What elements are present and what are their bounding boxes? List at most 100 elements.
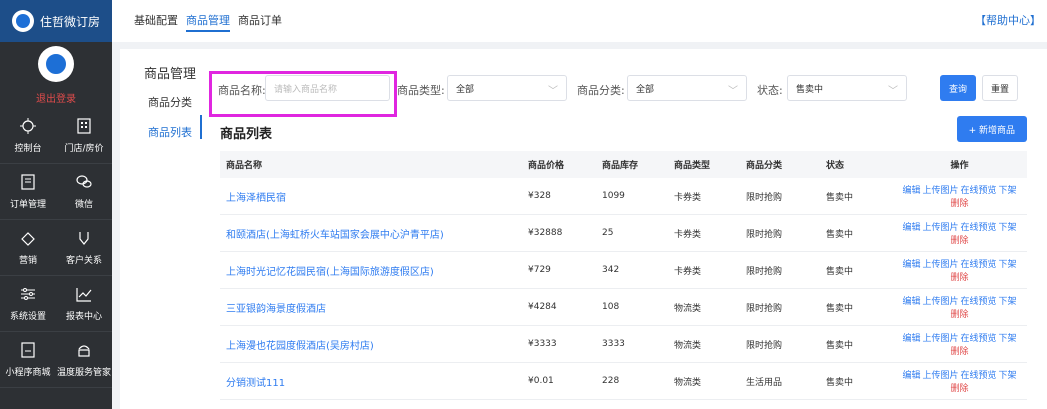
row-category: 限时抢购 (740, 214, 820, 252)
edit-link[interactable]: 编辑 (902, 260, 920, 270)
type-select[interactable]: 全部 ﹀ (447, 75, 567, 101)
upload-image-link[interactable]: 上传图片 (922, 260, 958, 270)
customer-icon (75, 229, 93, 247)
upload-image-link[interactable]: 上传图片 (922, 186, 958, 196)
preview-link[interactable]: 在线预览 (961, 297, 997, 307)
delete-link[interactable]: 删除 (950, 199, 968, 209)
edit-link[interactable]: 编辑 (902, 334, 920, 344)
wechat-icon (75, 173, 93, 191)
preview-link[interactable]: 在线预览 (961, 334, 997, 344)
reset-button[interactable]: 重置 (982, 75, 1018, 101)
row-category: 限时抢购 (740, 251, 820, 289)
delete-link[interactable]: 删除 (950, 384, 968, 394)
sidebar-item-mini-program[interactable]: 小程序商城 (0, 332, 56, 388)
preview-link[interactable]: 在线预览 (961, 223, 997, 233)
brand: 住哲微订房 (0, 0, 112, 42)
sidebar-item-label: 门店/房价 (64, 144, 104, 154)
chevron-down-icon: ﹀ (728, 86, 738, 97)
tab-basic-config[interactable]: 基础配置 (134, 0, 178, 42)
row-name[interactable]: 分销测试111 (220, 362, 522, 400)
help-center-link[interactable]: 【帮助中心】 (975, 0, 1041, 42)
sidebar: 住哲微订房 退出登录 控制台 门店/房价 订单管理 微信 营销 客户关系 系统设… (0, 0, 112, 409)
status-select[interactable]: 售卖中 ﹀ (787, 75, 907, 101)
upload-image-link[interactable]: 上传图片 (922, 297, 958, 307)
row-type: 卡券类 (668, 178, 740, 215)
row-stock: 228 (596, 362, 668, 400)
row-type: 物流类 (668, 362, 740, 400)
row-ops: 编辑 上传图片 在线预览 下架删除 (892, 362, 1027, 400)
tab-product-orders[interactable]: 商品订单 (238, 0, 282, 42)
row-name[interactable]: 上海时光记忆花园民宿(上海国际旅游度假区店) (220, 251, 522, 289)
preview-link[interactable]: 在线预览 (961, 186, 997, 196)
left-nav-list[interactable]: 商品列表 (148, 124, 192, 140)
offline-link[interactable]: 下架 (999, 260, 1017, 270)
row-stock: 3333 (596, 325, 668, 363)
row-name[interactable]: 上海泽栖民宿 (220, 178, 522, 215)
sidebar-nav: 控制台 门店/房价 订单管理 微信 营销 客户关系 系统设置 报表中心 小程序商… (0, 108, 112, 388)
preview-link[interactable]: 在线预览 (961, 260, 997, 270)
sidebar-item-settings[interactable]: 系统设置 (0, 276, 56, 332)
status-label: 状态: (757, 84, 783, 97)
left-nav-category[interactable]: 商品分类 (148, 94, 192, 110)
col-category: 商品分类 (740, 151, 820, 178)
table-header: 商品名称 商品价格 商品库存 商品类型 商品分类 状态 操作 (220, 151, 1027, 178)
category-label: 商品分类: (577, 84, 625, 97)
filter-bar: 商品名称: 请输入商品名称 商品类型: 全部 ﹀ 商品分类: 全部 ﹀ 状态: … (210, 71, 1047, 111)
profile: 退出登录 (0, 42, 112, 108)
offline-link[interactable]: 下架 (999, 371, 1017, 381)
name-input[interactable]: 请输入商品名称 (265, 75, 390, 101)
row-type: 物流类 (668, 288, 740, 326)
edit-link[interactable]: 编辑 (902, 186, 920, 196)
table-row: 分销测试111 ¥0.01 228 物流类 生活用品 售卖中 编辑 上传图片 在线预览 下架删除 (220, 362, 1027, 400)
offline-link[interactable]: 下架 (999, 223, 1017, 233)
row-ops: 编辑 上传图片 在线预览 下架删除 (892, 214, 1027, 252)
row-type: 卡券类 (668, 214, 740, 252)
row-type: 物流类 (668, 325, 740, 363)
logout-link[interactable]: 退出登录 (36, 90, 76, 105)
upload-image-link[interactable]: 上传图片 (922, 371, 958, 381)
row-name[interactable]: 上海漫也花园度假酒店(吴房村店) (220, 325, 522, 363)
sidebar-item-store[interactable]: 门店/房价 (56, 108, 112, 164)
delete-link[interactable]: 删除 (950, 273, 968, 283)
sidebar-item-service[interactable]: 温度服务管家 (56, 332, 112, 388)
sidebar-item-label: 客户关系 (65, 256, 102, 266)
search-button[interactable]: 查询 (940, 75, 976, 101)
sidebar-item-marketing[interactable]: 营销 (0, 220, 56, 276)
sidebar-item-label: 报表中心 (65, 312, 102, 322)
delete-link[interactable]: 删除 (950, 236, 968, 246)
sidebar-item-dashboard[interactable]: 控制台 (0, 108, 56, 164)
preview-link[interactable]: 在线预览 (961, 371, 997, 381)
row-status: 售卖中 (820, 362, 892, 400)
edit-link[interactable]: 编辑 (902, 297, 920, 307)
edit-link[interactable]: 编辑 (902, 223, 920, 233)
offline-link[interactable]: 下架 (999, 186, 1017, 196)
row-name[interactable]: 三亚银韵海景度假酒店 (220, 288, 522, 326)
sidebar-item-label: 控制台 (14, 144, 42, 154)
name-placeholder: 请输入商品名称 (274, 84, 338, 95)
row-name[interactable]: 和颐酒店(上海虹桥火车站国家会展中心沪青平店) (220, 214, 522, 252)
category-select[interactable]: 全部 ﹀ (627, 75, 747, 101)
order-icon (19, 173, 37, 191)
sidebar-item-wechat[interactable]: 微信 (56, 164, 112, 220)
sidebar-item-label: 小程序商城 (5, 368, 51, 378)
settings-icon (19, 285, 37, 303)
delete-link[interactable]: 删除 (950, 310, 968, 320)
row-status: 售卖中 (820, 178, 892, 215)
upload-image-link[interactable]: 上传图片 (922, 223, 958, 233)
sidebar-item-customers[interactable]: 客户关系 (56, 220, 112, 276)
add-product-button[interactable]: + 新增商品 (956, 116, 1027, 142)
table-row: 上海漫也花园度假酒店(吴房村店) ¥3333 3333 物流类 限时抢购 售卖中 编辑 上传图… (220, 325, 1027, 363)
section-title: 商品管理 (144, 67, 197, 82)
sidebar-item-orders[interactable]: 订单管理 (0, 164, 56, 220)
chevron-down-icon: ﹀ (548, 86, 558, 97)
row-status: 售卖中 (820, 251, 892, 289)
offline-link[interactable]: 下架 (999, 297, 1017, 307)
offline-link[interactable]: 下架 (999, 334, 1017, 344)
tab-product-management[interactable]: 商品管理 (186, 0, 230, 42)
table-row: 上海泽栖民宿 ¥328 1099 卡券类 限时抢购 售卖中 编辑 上传图片 在线预览 下架删除 (220, 178, 1027, 215)
sidebar-item-label: 系统设置 (9, 312, 46, 322)
edit-link[interactable]: 编辑 (902, 371, 920, 381)
sidebar-item-reports[interactable]: 报表中心 (56, 276, 112, 332)
upload-image-link[interactable]: 上传图片 (922, 334, 958, 344)
delete-link[interactable]: 删除 (950, 347, 968, 357)
